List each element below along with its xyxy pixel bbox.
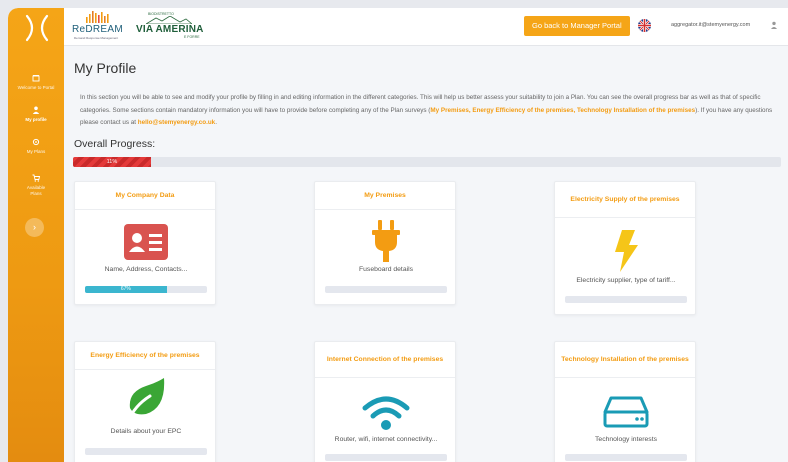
- card-description: Details about your EPC: [110, 428, 182, 435]
- contact-email-link[interactable]: hello@stemyenergy.co.uk: [138, 119, 215, 126]
- card-my-premises[interactable]: My Premises Fuseboard details: [314, 181, 456, 305]
- app-frame: Welcome to Portal My profile My Plans Av…: [8, 8, 788, 462]
- overall-progress-bar: 11%: [73, 157, 781, 167]
- back-to-manager-portal-button[interactable]: Go back to Manager Portal: [524, 16, 630, 36]
- card-description: Technology interests: [595, 436, 657, 443]
- leaf-icon: [75, 378, 217, 422]
- sidebar-item-label: Available Plans: [26, 185, 46, 196]
- uk-flag-icon[interactable]: [638, 19, 651, 32]
- card-description: Fuseboard details: [358, 266, 414, 273]
- app-logo-icon[interactable]: [24, 14, 50, 42]
- card-title: My Premises: [315, 182, 455, 210]
- card-description: Router, wifi, internet connectivity...: [334, 436, 438, 443]
- lightning-icon: [555, 230, 697, 272]
- redream-logo: ReDREAM Demand Response Management: [72, 11, 128, 43]
- top-header: ReDREAM Demand Response Management BIODI…: [64, 8, 788, 46]
- card-description: Electricity supplier, type of tariff...: [576, 277, 676, 284]
- intro-text: In this section you will be able to see …: [80, 92, 780, 130]
- redream-brand-text: ReDREAM: [72, 24, 123, 35]
- card-my-company-data[interactable]: My Company Data Name, Address, Contacts.…: [74, 181, 216, 305]
- page-title: My Profile: [74, 60, 137, 76]
- sidebar-item-my-plans[interactable]: My Plans: [8, 138, 64, 155]
- sidebar-item-label: My profile: [25, 117, 47, 122]
- overall-progress-fill: 11%: [73, 157, 151, 167]
- home-icon: [32, 75, 40, 82]
- bar-graph-logo-icon: [86, 11, 109, 23]
- card-progress-bar: [85, 448, 207, 455]
- card-progress-bar: [565, 454, 687, 461]
- card-energy-efficiency[interactable]: Energy Efficiency of the premises Detail…: [74, 341, 216, 462]
- sidebar-item-available-plans[interactable]: Available Plans: [8, 174, 64, 196]
- sidebar-item-my-profile[interactable]: My profile: [8, 106, 64, 123]
- settings-icon: [32, 138, 40, 146]
- server-icon: [555, 396, 697, 428]
- sidebar-item-label: Welcome to Portal: [17, 85, 55, 90]
- via-amerina-subtitle: E FORRE: [184, 35, 200, 39]
- user-email[interactable]: aggregator.it@stemyenergy.com: [671, 22, 750, 28]
- card-title: Internet Connection of the premises: [315, 342, 455, 378]
- user-icon: [32, 106, 40, 114]
- id-card-icon: [75, 224, 217, 260]
- card-description: Name, Address, Contacts...: [104, 266, 188, 273]
- sidebar-item-label: My Plans: [26, 149, 46, 154]
- card-title: Energy Efficiency of the premises: [75, 342, 215, 370]
- card-technology-installation[interactable]: Technology Installation of the premises …: [554, 341, 696, 462]
- plug-icon: [315, 220, 457, 262]
- account-icon[interactable]: [770, 21, 778, 29]
- mandatory-sections-highlight: My Premises, Energy Efficiency of the pr…: [430, 106, 696, 114]
- card-title: My Company Data: [75, 182, 215, 210]
- card-progress-bar: [565, 296, 687, 303]
- cart-icon: [32, 174, 40, 182]
- sidebar-toggle-button[interactable]: ›: [25, 218, 44, 237]
- card-progress-bar: [325, 286, 447, 293]
- card-electricity-supply[interactable]: Electricity Supply of the premises Elect…: [554, 181, 696, 315]
- card-internet-connection[interactable]: Internet Connection of the premises Rout…: [314, 341, 456, 462]
- sidebar: Welcome to Portal My profile My Plans Av…: [8, 8, 64, 462]
- via-amerina-brand-text: VIA AMERINA: [136, 24, 204, 35]
- wifi-icon: [315, 396, 457, 430]
- sidebar-item-welcome[interactable]: Welcome to Portal: [8, 74, 64, 91]
- main-content: My Profile In this section you will be a…: [64, 46, 788, 462]
- card-title: Electricity Supply of the premises: [555, 182, 695, 218]
- card-title: Technology Installation of the premises: [555, 342, 695, 378]
- redream-brand-subtitle: Demand Response Management: [74, 36, 119, 40]
- overall-progress-label: Overall Progress:: [74, 138, 156, 150]
- via-amerina-logo: BIODISTRETTO VIA AMERINA E FORRE: [136, 12, 206, 42]
- card-progress-fill: 67%: [85, 286, 167, 293]
- card-progress-bar: [325, 454, 447, 461]
- intro-text-part: .: [215, 119, 217, 126]
- card-progress-bar: 67%: [85, 286, 207, 293]
- mountain-logo-icon: [146, 16, 192, 24]
